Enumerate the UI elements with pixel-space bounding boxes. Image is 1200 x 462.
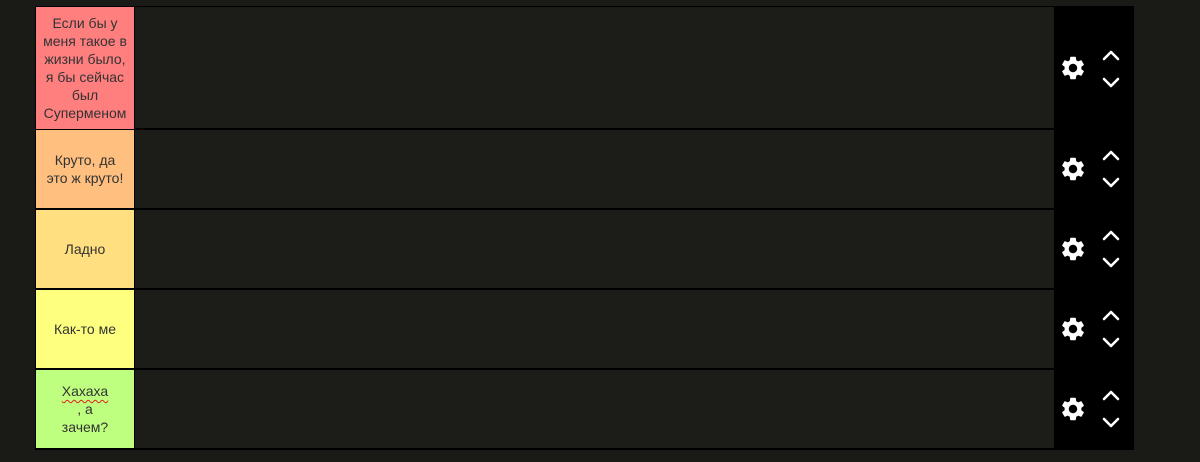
move-arrows bbox=[1101, 386, 1121, 432]
tier-label-line: Суперменом bbox=[43, 105, 127, 121]
tier-label-line: я бы сейчас bbox=[45, 69, 125, 85]
tier-items-dropzone[interactable] bbox=[135, 7, 1054, 128]
tier-label-text: Ладно bbox=[65, 240, 106, 258]
tier-controls bbox=[1054, 290, 1134, 368]
tier-label[interactable]: Если бы у меня такое в жизни было, я бы … bbox=[36, 7, 134, 129]
tier-controls bbox=[1054, 210, 1134, 288]
tier-items-dropzone[interactable] bbox=[135, 210, 1054, 288]
tier-label-text: Круто, да это ж круто! bbox=[47, 151, 124, 187]
tier-label[interactable]: Круто, да это ж круто! bbox=[36, 130, 134, 208]
tier-row: Если бы у меня такое в жизни было, я бы … bbox=[35, 6, 1134, 130]
chevron-up-icon[interactable] bbox=[1101, 228, 1121, 242]
tier-items-dropzone[interactable] bbox=[135, 130, 1054, 208]
gear-icon[interactable] bbox=[1059, 235, 1087, 263]
move-arrows bbox=[1101, 46, 1121, 92]
tier-label-line: меня такое в bbox=[43, 33, 127, 49]
tier-row: Круто, да это ж круто! bbox=[35, 130, 1134, 210]
tier-row: Хахаха , а зачем? bbox=[35, 370, 1134, 450]
chevron-down-icon[interactable] bbox=[1101, 256, 1121, 270]
tier-controls bbox=[1054, 130, 1134, 208]
tier-controls bbox=[1054, 7, 1134, 128]
chevron-down-icon[interactable] bbox=[1101, 336, 1121, 350]
move-arrows bbox=[1101, 146, 1121, 192]
tier-label-line: был bbox=[71, 87, 99, 103]
move-arrows bbox=[1101, 306, 1121, 352]
tier-list: Если бы у меня такое в жизни было, я бы … bbox=[35, 6, 1134, 450]
gear-icon[interactable] bbox=[1059, 155, 1087, 183]
tier-row: Как-то ме bbox=[35, 290, 1134, 370]
gear-icon[interactable] bbox=[1059, 315, 1087, 343]
tier-items-dropzone[interactable] bbox=[135, 370, 1054, 448]
chevron-up-icon[interactable] bbox=[1101, 308, 1121, 322]
tier-controls bbox=[1054, 370, 1134, 448]
tier-label[interactable]: Как-то ме bbox=[36, 290, 134, 368]
tier-label[interactable]: Хахаха , а зачем? bbox=[36, 370, 134, 448]
tier-label-line: Хахаха , а bbox=[62, 382, 108, 418]
chevron-up-icon[interactable] bbox=[1101, 148, 1121, 162]
tier-label[interactable]: Ладно bbox=[36, 210, 134, 288]
spellcheck-flagged-word: Хахаха bbox=[61, 383, 109, 399]
tier-label-line: Ладно bbox=[64, 241, 106, 257]
tier-label-line: жизни было, bbox=[44, 51, 126, 67]
gear-icon[interactable] bbox=[1059, 395, 1087, 423]
tier-row: Ладно bbox=[35, 210, 1134, 290]
chevron-down-icon[interactable] bbox=[1101, 416, 1121, 430]
tier-label-text: Хахаха , а зачем? bbox=[62, 382, 108, 436]
tier-items-dropzone[interactable] bbox=[135, 290, 1054, 368]
gear-icon[interactable] bbox=[1059, 54, 1087, 82]
chevron-down-icon[interactable] bbox=[1101, 176, 1121, 190]
tier-label-text-part: , а bbox=[77, 401, 93, 417]
tier-label-text: Если бы у меня такое в жизни было, я бы … bbox=[43, 14, 127, 122]
move-arrows bbox=[1101, 226, 1121, 272]
tier-label-line: Круто, да bbox=[54, 152, 116, 168]
chevron-up-icon[interactable] bbox=[1101, 48, 1121, 62]
chevron-down-icon[interactable] bbox=[1101, 76, 1121, 90]
tier-label-line: это ж круто! bbox=[46, 170, 124, 186]
tier-label-line: зачем? bbox=[61, 419, 109, 435]
tier-label-line: Если бы у bbox=[52, 15, 118, 31]
tier-label-text: Как-то ме bbox=[54, 320, 116, 338]
tier-label-line: Как-то ме bbox=[53, 321, 117, 337]
chevron-up-icon[interactable] bbox=[1101, 388, 1121, 402]
